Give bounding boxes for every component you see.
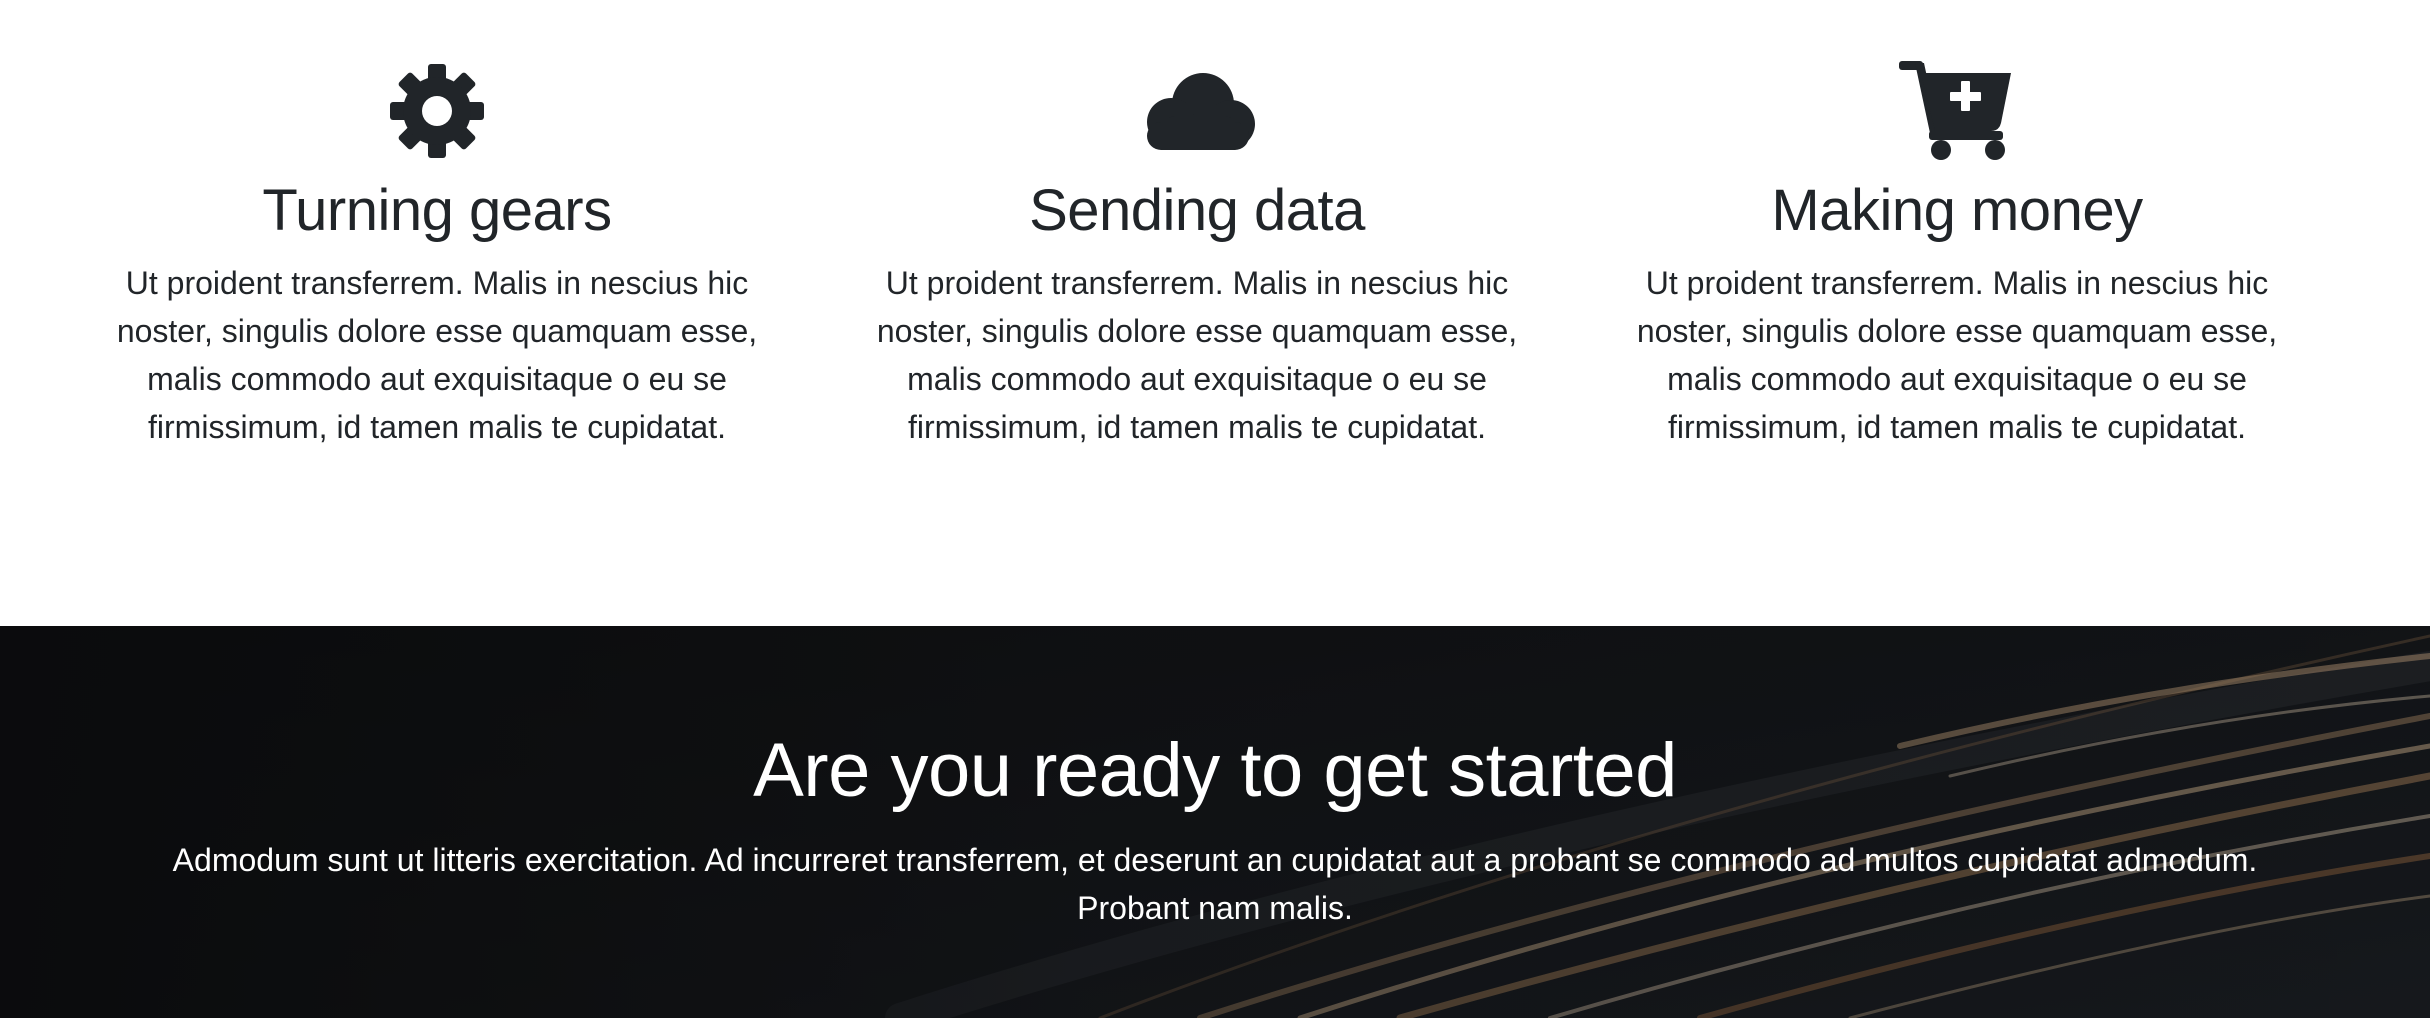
- call-to-action-section: Are you ready to get started Admodum sun…: [0, 626, 2430, 1018]
- feature-title: Sending data: [1029, 178, 1365, 243]
- gear-icon: [390, 64, 484, 158]
- cta-description: Admodum sunt ut litteris exercitation. A…: [172, 842, 2258, 926]
- light-trails-background-image: [0, 626, 2430, 1018]
- feature-title: Making money: [1771, 178, 2143, 243]
- cart-plus-icon: [1899, 61, 2011, 160]
- cta-title: Are you ready to get started: [753, 728, 1677, 813]
- feature-icon-wrap: [1607, 60, 2307, 162]
- feature-icon-wrap: [87, 60, 787, 162]
- feature-title: Turning gears: [262, 178, 612, 243]
- features-section: Turning gears Ut proident transferrem. M…: [0, 0, 2430, 626]
- feature-description: Ut proident transferrem. Malis in nesciu…: [876, 265, 1518, 445]
- feature-description: Ut proident transferrem. Malis in nesciu…: [116, 265, 758, 445]
- feature-description: Ut proident transferrem. Malis in nesciu…: [1636, 265, 2278, 445]
- cloud-icon: [1147, 73, 1255, 150]
- feature-icon-wrap: [847, 60, 1547, 162]
